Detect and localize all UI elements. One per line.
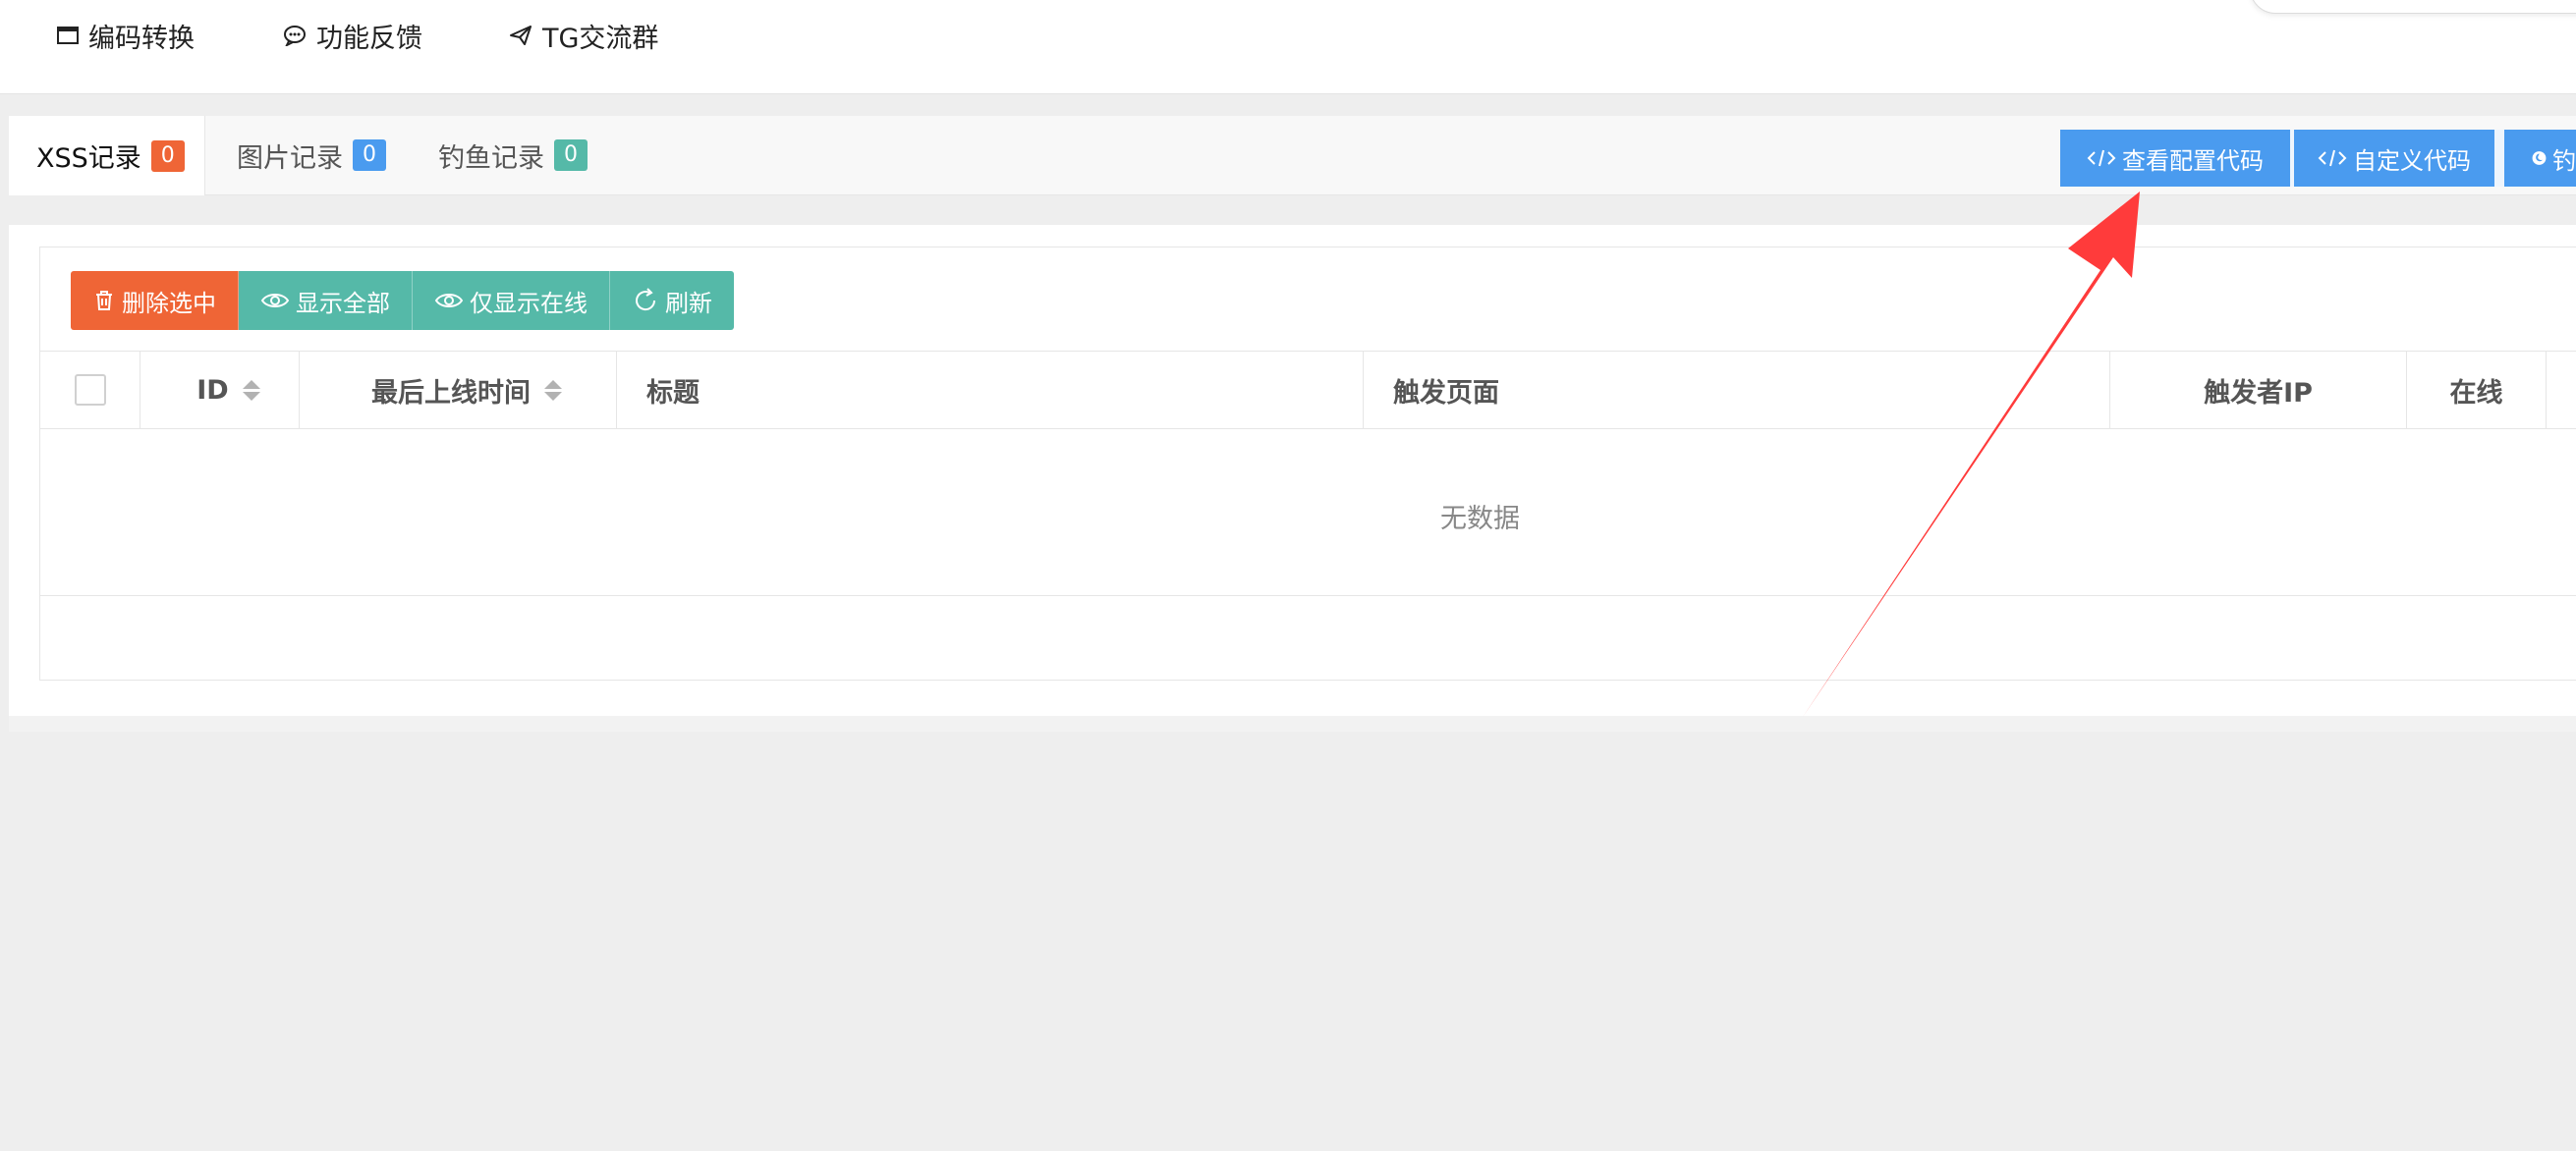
tab-image-records[interactable]: 图片记录 0 <box>237 116 386 194</box>
firefox-icon <box>2532 151 2547 165</box>
show-online-only-button[interactable]: 仅显示在线 <box>413 271 610 330</box>
top-navbar: 编码转换 功能反馈 TG交流群 <box>0 0 2576 94</box>
column-header-trigger-ip: 触发者IP <box>2110 352 2407 428</box>
header-select-all <box>40 352 140 428</box>
column-header-title: 标题 <box>617 352 1364 428</box>
empty-state-row: 无数据 <box>40 428 2576 596</box>
nav-encoding-convert[interactable]: 编码转换 <box>57 14 195 57</box>
records-content: 删除选中 显示全部 仅显示在线 刷新 ID 最后上线时间 标题 触发页面 触发者… <box>9 225 2576 716</box>
custom-code-button[interactable]: 自定义代码 <box>2294 130 2494 187</box>
trash-icon <box>96 291 112 310</box>
tab-bar: XSS记录 0 图片记录 0 钓鱼记录 0 查看配置代码 自定义代码 钓 <box>9 116 2576 195</box>
column-label: 在线 <box>2449 377 2503 409</box>
nav-label: 功能反馈 <box>316 23 422 54</box>
button-separator <box>2494 130 2504 187</box>
view-config-code-button[interactable]: 查看配置代码 <box>2060 130 2290 187</box>
eye-icon <box>434 294 464 307</box>
column-label: 触发页面 <box>1393 377 1499 409</box>
code-icon <box>2087 149 2116 167</box>
tab-label: XSS记录 <box>36 143 141 174</box>
button-label: 查看配置代码 <box>2122 146 2264 175</box>
panel-gap <box>9 195 2576 225</box>
button-label: 删除选中 <box>122 289 216 317</box>
nav-feedback[interactable]: 功能反馈 <box>283 14 422 57</box>
column-label: 触发者IP <box>2204 377 2313 409</box>
tab-phishing-records[interactable]: 钓鱼记录 0 <box>438 116 588 194</box>
tab-xss-records[interactable]: XSS记录 0 <box>9 116 205 195</box>
table-header: ID 最后上线时间 标题 触发页面 触发者IP 在线 <box>40 351 2576 429</box>
column-label: 标题 <box>646 377 700 409</box>
count-badge: 0 <box>150 139 185 172</box>
column-label: ID <box>196 374 229 406</box>
table-container: 删除选中 显示全部 仅显示在线 刷新 ID 最后上线时间 标题 触发页面 触发者… <box>39 247 2576 681</box>
eye-icon <box>260 294 290 307</box>
count-badge: 0 <box>554 139 588 171</box>
refresh-button[interactable]: 刷新 <box>610 271 734 330</box>
button-label: 显示全部 <box>296 289 390 317</box>
empty-state-text: 无数据 <box>1440 504 1520 534</box>
tab-label: 图片记录 <box>237 142 343 174</box>
chat-bubble-icon <box>284 26 306 46</box>
column-header-online: 在线 <box>2407 352 2547 428</box>
select-all-checkbox[interactable] <box>74 374 106 406</box>
column-header-trigger-page: 触发页面 <box>1364 352 2110 428</box>
nav-tg-group[interactable]: TG交流群 <box>509 14 658 57</box>
tab-label: 钓鱼记录 <box>438 142 544 174</box>
delete-selected-button[interactable]: 删除选中 <box>71 271 239 330</box>
column-header-last-online[interactable]: 最后上线时间 <box>300 352 617 428</box>
nav-label: 编码转换 <box>88 23 195 54</box>
button-label: 仅显示在线 <box>470 289 588 317</box>
button-label: 刷新 <box>665 289 712 317</box>
paper-plane-icon <box>510 26 532 45</box>
code-icon <box>2318 149 2347 167</box>
nav-label: TG交流群 <box>542 23 659 54</box>
button-label: 自定义代码 <box>2353 146 2471 175</box>
column-header-id[interactable]: ID <box>140 352 300 428</box>
show-all-button[interactable]: 显示全部 <box>239 271 413 330</box>
records-panel: XSS记录 0 图片记录 0 钓鱼记录 0 查看配置代码 自定义代码 钓 删除选… <box>9 116 2576 732</box>
phishing-code-button[interactable]: 钓 <box>2504 130 2576 187</box>
count-badge: 0 <box>353 139 386 171</box>
user-menu-card[interactable] <box>2250 0 2576 14</box>
table-actions: 删除选中 显示全部 仅显示在线 刷新 <box>71 271 734 330</box>
button-label: 钓 <box>2552 146 2576 175</box>
window-icon <box>57 27 79 44</box>
refresh-icon <box>636 288 656 311</box>
column-label: 最后上线时间 <box>371 377 531 409</box>
